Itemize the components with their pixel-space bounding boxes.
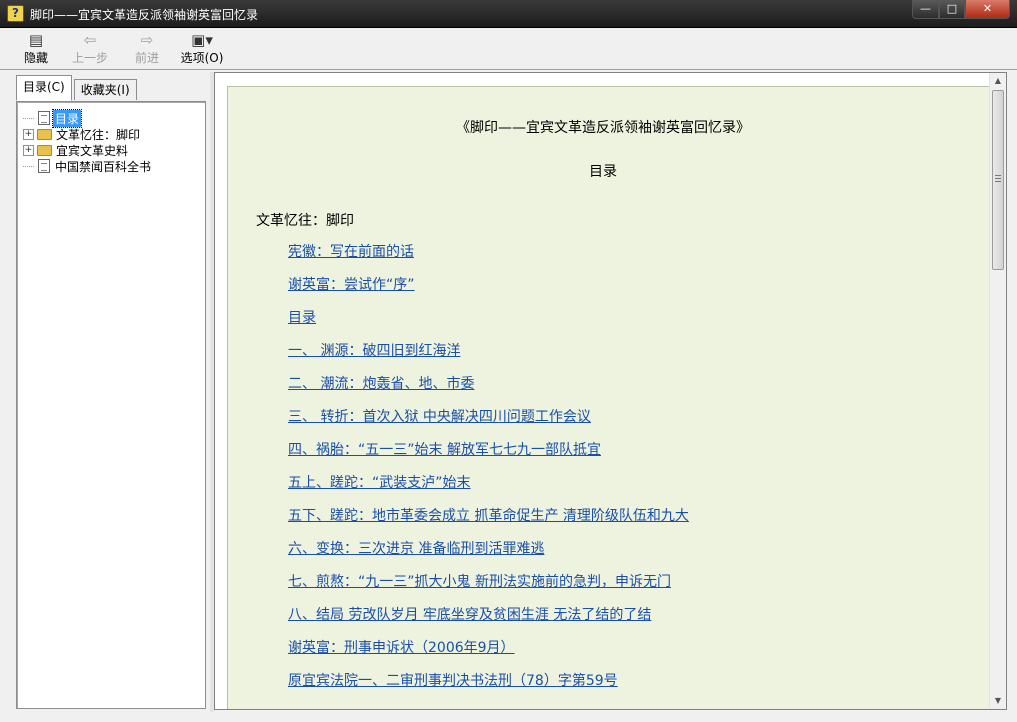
tree-node-contents[interactable]: 目录 (23, 108, 153, 128)
section-heading: 文革忆往：脚印 (256, 213, 354, 229)
list-item: 宪徽：写在前面的话 (288, 242, 689, 275)
maximize-button[interactable]: □ (939, 0, 965, 19)
tree-connector (23, 165, 34, 167)
list-item: 八、结局 劳改队岁月 牢底坐穿及贫困生涯 无法了结的了结 (288, 605, 689, 638)
list-item: 三、 转折：首次入狱 中央解决四川问题工作会议 (288, 407, 689, 440)
tree-node-yibin-history[interactable]: + 宜宾文革史料 (23, 142, 153, 158)
back-button[interactable]: ⇦ 上一步 (69, 31, 111, 69)
toc-link[interactable]: 七、煎熬：“九一三”抓大小鬼 新刑法实施前的急判，申诉无门 (288, 574, 671, 590)
scroll-up-icon[interactable]: ▲ (990, 73, 1006, 89)
toc-link[interactable]: 三、 转折：首次入狱 中央解决四川问题工作会议 (288, 409, 591, 425)
forward-label: 前进 (134, 51, 159, 65)
window-bottom-edge (0, 712, 1017, 722)
list-item: 七、煎熬：“九一三”抓大小鬼 新刑法实施前的急判，申诉无门 (288, 572, 689, 605)
toc-link[interactable]: 六、变换：三次进京 准备临刑到活罪难逃 (288, 541, 544, 557)
help-book-icon[interactable]: ? (7, 5, 24, 22)
page-icon (38, 159, 50, 173)
page-icon (38, 111, 50, 125)
toc-link[interactable]: 二、 潮流：炮轰省、地、市委 (288, 376, 474, 392)
expand-icon[interactable]: + (23, 128, 34, 140)
toc-link[interactable]: 谢英富：刑事申诉状（2006年9月） (288, 640, 515, 656)
content-frame: 《脚印——宜宾文革造反派领袖谢英富回忆录》 目录 文革忆往：脚印 宪徽：写在前面… (214, 72, 1007, 710)
toc-link-list: 宪徽：写在前面的话 谢英富：尝试作“序” 目录 一、 渊源：破四旧到红海洋 二、… (288, 242, 689, 704)
tree-node-label: 中国禁闻百科全书 (55, 159, 152, 174)
toc-link[interactable]: 四、祸胎：“五一三”始末 解放军七七九一部队抵宜 (288, 442, 601, 458)
grip-icon (995, 175, 1001, 182)
forward-button[interactable]: ⇨ 前进 (126, 31, 168, 69)
options-icon: ▣▾ (191, 31, 213, 49)
document-subtitle: 目录 (589, 164, 617, 180)
window-controls: — □ ✕ (912, 0, 1010, 20)
hide-pane-icon: ▤ (28, 31, 44, 49)
expand-icon[interactable]: + (23, 144, 34, 156)
minimize-button[interactable]: — (912, 0, 939, 19)
tree-node-memoir[interactable]: + 文革忆往：脚印 (23, 126, 153, 142)
hide-button[interactable]: ▤ 隐藏 (15, 31, 57, 69)
close-button[interactable]: ✕ (965, 0, 1010, 19)
list-item: 五上、蹉跎：“武装支泸”始末 (288, 473, 689, 506)
toolbar: ▤ 隐藏 ⇦ 上一步 ⇨ 前进 ▣▾ 选项(O) (0, 28, 1017, 70)
document-page: 《脚印——宜宾文革造反派领袖谢英富回忆录》 目录 文革忆往：脚印 宪徽：写在前面… (227, 86, 991, 709)
list-item: 二、 潮流：炮轰省、地、市委 (288, 374, 689, 407)
list-item: 目录 (288, 308, 689, 341)
nav-tabs: 目录(C) 收藏夹(I) (16, 75, 139, 101)
contents-tree: 目录 + 文革忆往：脚印 + 宜宾文革史料 中国禁闻百科全书 (23, 108, 153, 174)
list-item: 原宜宾法院一、二审刑事判决书法刑（78）字第59号 (288, 671, 689, 704)
list-item: 五下、蹉跎：地市革委会成立 抓革命促生产 清理阶级队伍和九大 (288, 506, 689, 539)
scroll-down-icon[interactable]: ▼ (990, 693, 1006, 709)
toc-link[interactable]: 五上、蹉跎：“武装支泸”始末 (288, 475, 471, 491)
toc-link[interactable]: 五下、蹉跎：地市革委会成立 抓革命促生产 清理阶级队伍和九大 (288, 508, 689, 524)
list-item: 谢英富：尝试作“序” (288, 275, 689, 308)
tree-node-label: 目录 (51, 108, 83, 128)
toc-link[interactable]: 目录 (288, 310, 316, 326)
tab-favorites[interactable]: 收藏夹(I) (73, 79, 137, 100)
list-item: 四、祸胎：“五一三”始末 解放军七七九一部队抵宜 (288, 440, 689, 473)
contents-tree-panel: 目录 + 文革忆往：脚印 + 宜宾文革史料 中国禁闻百科全书 (16, 101, 206, 709)
scroll-thumb[interactable] (992, 90, 1004, 270)
list-item: 一、 渊源：破四旧到红海洋 (288, 341, 689, 374)
toc-link[interactable]: 八、结局 劳改队岁月 牢底坐穿及贫困生涯 无法了结的了结 (288, 607, 651, 623)
toc-link[interactable]: 一、 渊源：破四旧到红海洋 (288, 343, 460, 359)
tab-contents[interactable]: 目录(C) (16, 75, 72, 101)
back-label: 上一步 (71, 51, 108, 65)
back-arrow-icon: ⇦ (83, 31, 97, 49)
tree-node-label: 文革忆往：脚印 (56, 127, 141, 142)
options-button[interactable]: ▣▾ 选项(O) (178, 31, 226, 69)
title-bar[interactable]: ? 脚印——宜宾文革造反派领袖谢英富回忆录 — □ ✕ (0, 0, 1017, 28)
options-label: 选项(O) (180, 51, 224, 65)
tree-node-encyclopedia[interactable]: 中国禁闻百科全书 (23, 158, 153, 174)
list-item: 六、变换：三次进京 准备临刑到活罪难逃 (288, 539, 689, 572)
vertical-scrollbar[interactable]: ▲ ▼ (989, 73, 1006, 709)
toc-link[interactable]: 宪徽：写在前面的话 (288, 244, 414, 260)
hide-label: 隐藏 (23, 51, 48, 65)
tree-connector (23, 117, 34, 119)
list-item: 谢英富：刑事申诉状（2006年9月） (288, 638, 689, 671)
toc-link[interactable]: 谢英富：尝试作“序” (288, 277, 415, 293)
forward-arrow-icon: ⇨ (140, 31, 154, 49)
tree-node-label: 宜宾文革史料 (56, 143, 129, 158)
toc-link[interactable]: 原宜宾法院一、二审刑事判决书法刑（78）字第59号 (288, 673, 618, 689)
navigation-pane: 目录(C) 收藏夹(I) 目录 + 文革忆往：脚印 + 宜宾文革史料 中国禁闻百… (8, 72, 208, 712)
document-title: 《脚印——宜宾文革造反派领袖谢英富回忆录》 (456, 120, 750, 136)
window-title: 脚印——宜宾文革造反派领袖谢英富回忆录 (30, 8, 259, 22)
folder-icon (37, 128, 52, 140)
folder-icon (37, 144, 52, 156)
